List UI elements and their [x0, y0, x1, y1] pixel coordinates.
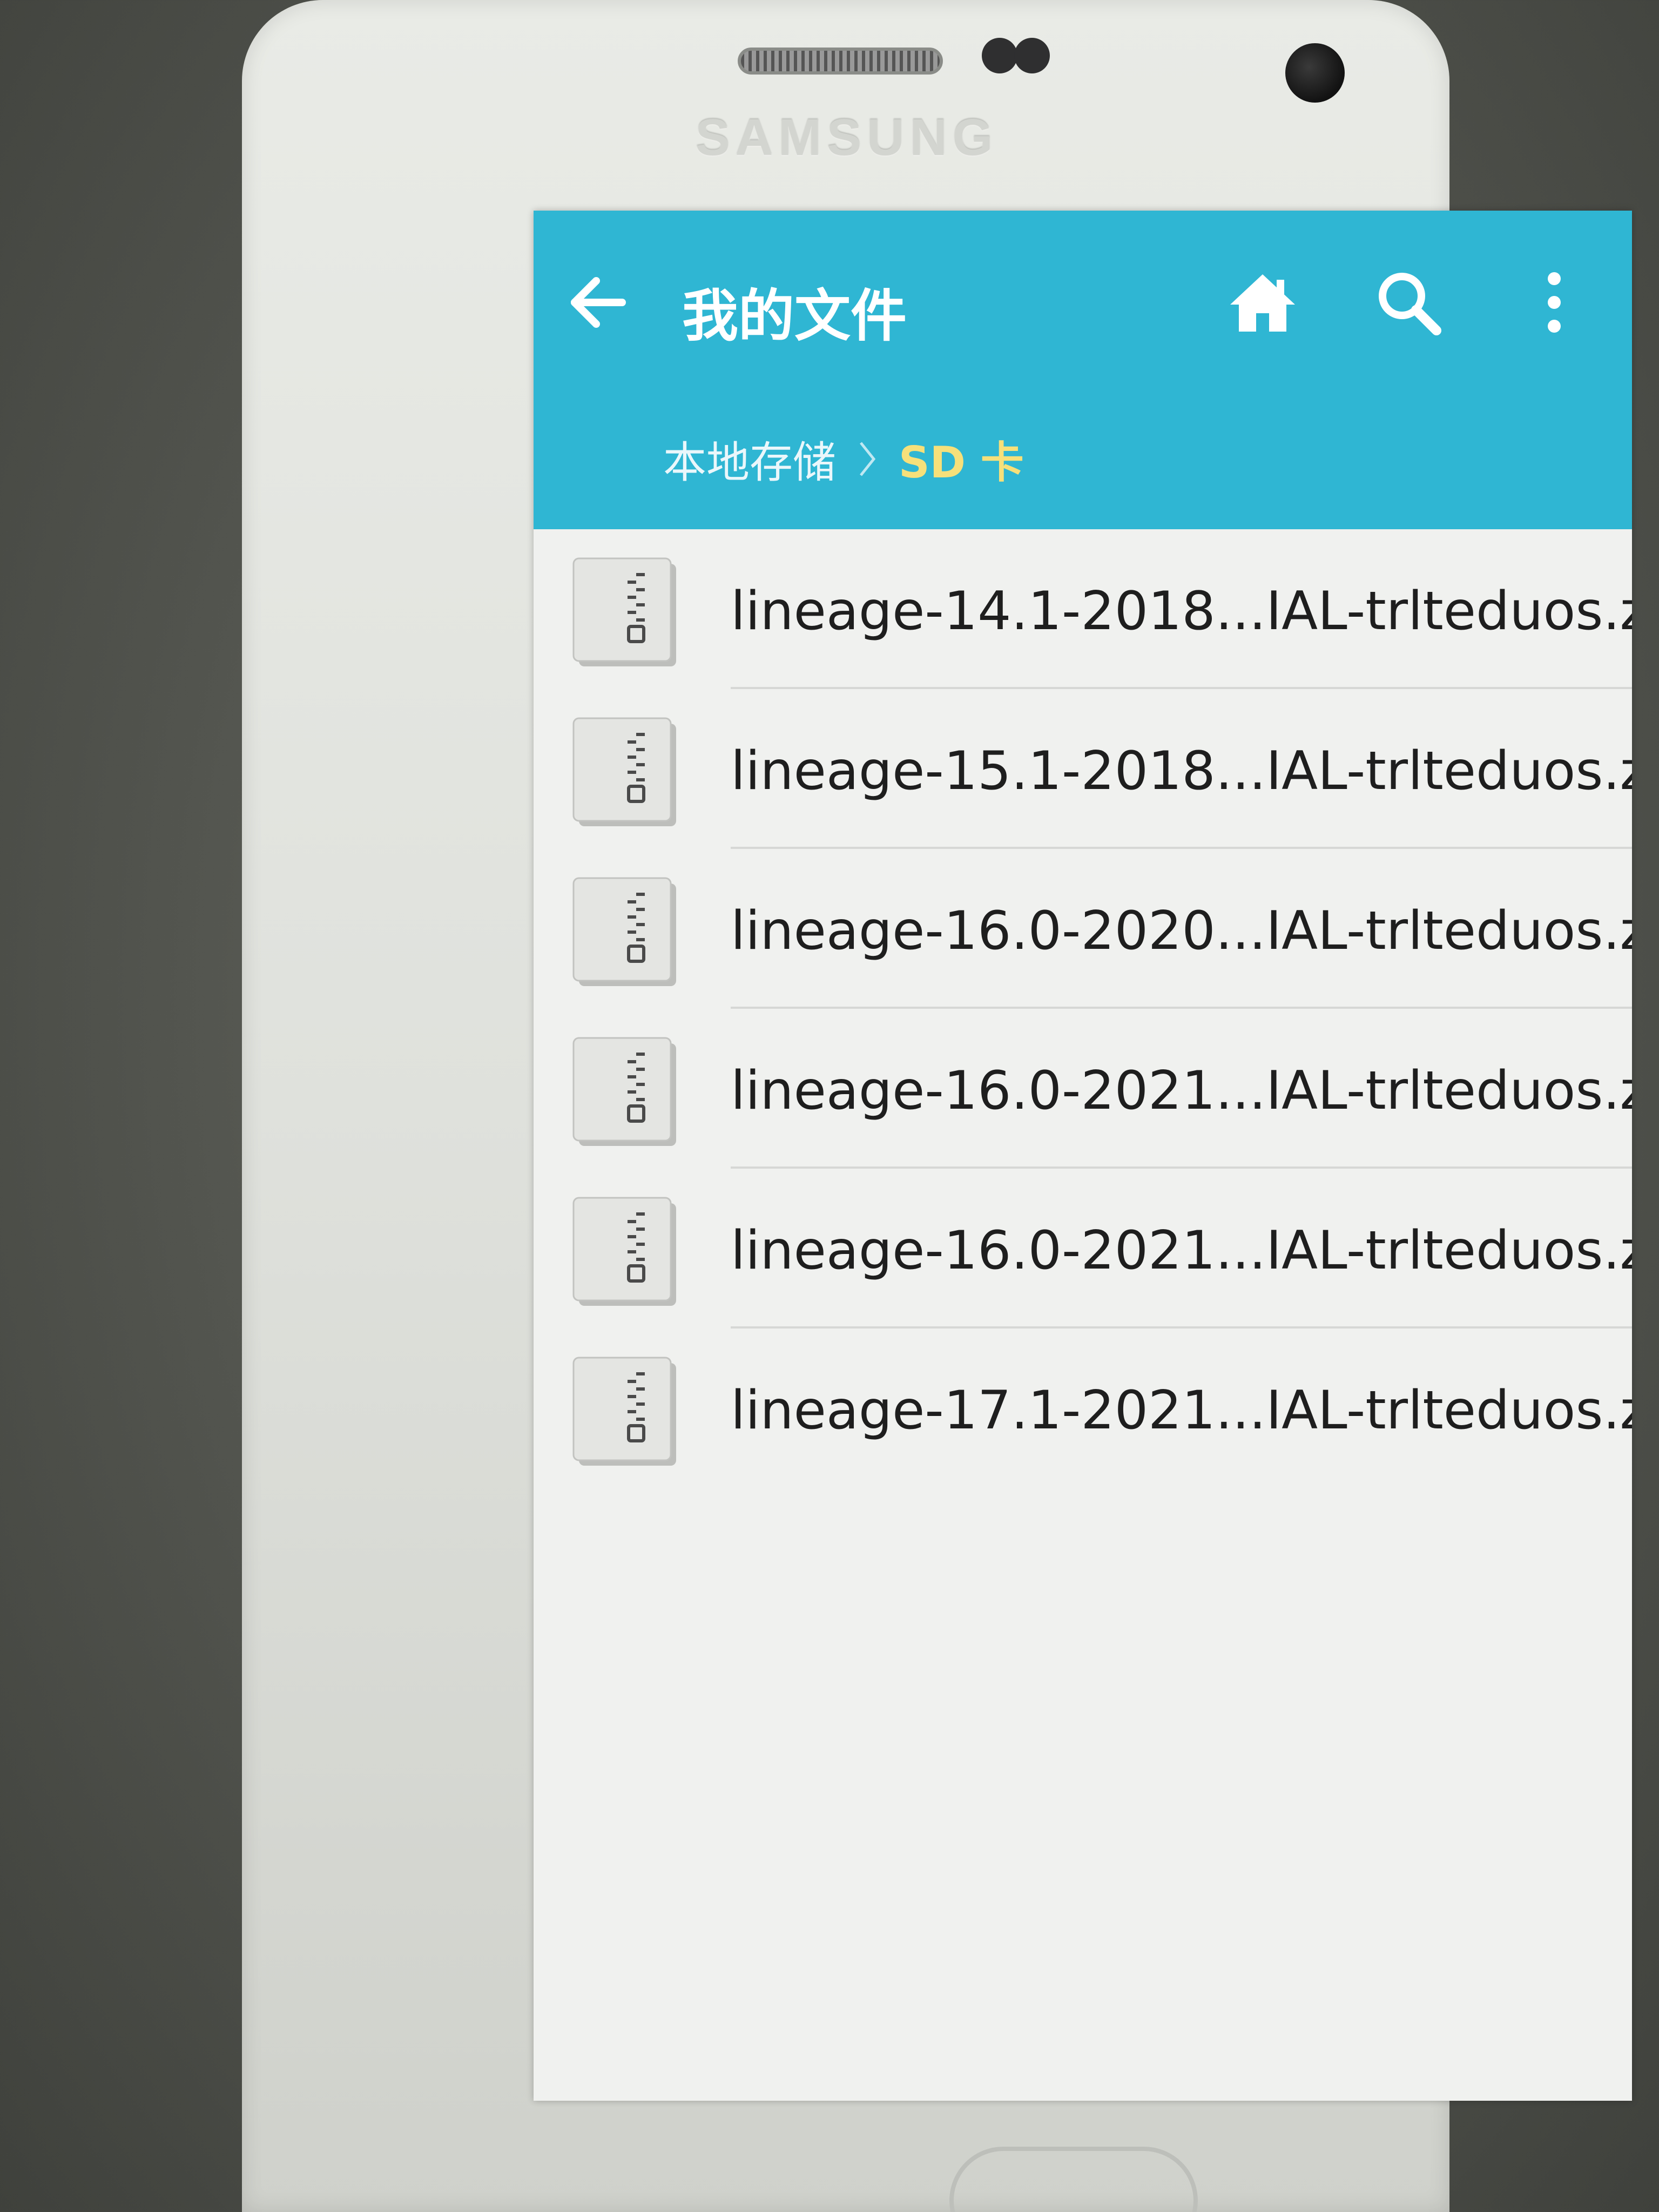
- zip-file-icon: [572, 557, 676, 666]
- file-name: lineage-14.1-2018...IAL-trlteduos.zip: [731, 581, 1632, 642]
- file-row[interactable]: lineage-16.0-2020...IAL-trlteduos.zip: [534, 849, 1632, 1009]
- file-row[interactable]: lineage-17.1-2021...IAL-trlteduos.zip: [534, 1328, 1632, 1488]
- search-button[interactable]: [1371, 265, 1446, 340]
- proximity-sensor: [982, 38, 1017, 73]
- file-name: lineage-16.0-2021...IAL-trlteduos.zip: [731, 1220, 1632, 1282]
- brand-logo: SAMSUNG: [695, 109, 999, 166]
- more-options-button[interactable]: [1516, 265, 1592, 340]
- chevron-right-icon: [860, 442, 876, 476]
- file-name: lineage-16.0-2021...IAL-trlteduos.zip: [731, 1060, 1632, 1122]
- home-button[interactable]: [1225, 265, 1300, 340]
- more-vert-icon: [1548, 272, 1561, 333]
- home-icon: [1230, 274, 1295, 332]
- arrow-left-icon: [571, 277, 626, 328]
- light-sensor: [1014, 38, 1050, 73]
- file-name: lineage-16.0-2020...IAL-trlteduos.zip: [731, 900, 1632, 962]
- file-name: lineage-17.1-2021...IAL-trlteduos.zip: [731, 1380, 1632, 1441]
- file-list: lineage-14.1-2018...IAL-trlteduos.zip li…: [534, 529, 1632, 1488]
- zip-file-icon: [572, 877, 676, 986]
- zip-file-icon: [572, 717, 676, 826]
- app-bar: 我的文件 本地存储 SD 卡: [534, 211, 1632, 529]
- breadcrumb-item-local-storage[interactable]: 本地存储: [663, 428, 836, 490]
- file-name: lineage-15.1-2018...IAL-trlteduos.zip: [731, 740, 1632, 802]
- phone-body: SAMSUNG 我的文件 本地存储 SD 卡 lineage-14.1-2018…: [242, 0, 1632, 2212]
- search-icon: [1379, 273, 1441, 335]
- earpiece-speaker: [738, 48, 943, 75]
- zip-file-icon: [572, 1197, 676, 1306]
- file-row[interactable]: lineage-15.1-2018...IAL-trlteduos.zip: [534, 689, 1632, 849]
- file-row[interactable]: lineage-16.0-2021...IAL-trlteduos.zip: [534, 1009, 1632, 1169]
- front-camera: [1285, 43, 1345, 103]
- page-title: 我的文件: [682, 283, 907, 349]
- zip-file-icon: [572, 1357, 676, 1466]
- screen: 我的文件 本地存储 SD 卡 lineage-14.1-2018...IAL-t…: [534, 211, 1632, 2101]
- breadcrumb-item-sd-card[interactable]: SD 卡: [899, 428, 1024, 490]
- hardware-home-key[interactable]: [949, 2147, 1198, 2212]
- zip-file-icon: [572, 1037, 676, 1146]
- file-row[interactable]: lineage-16.0-2021...IAL-trlteduos.zip: [534, 1169, 1632, 1328]
- breadcrumb: 本地存储 SD 卡: [663, 427, 1024, 491]
- file-row[interactable]: lineage-14.1-2018...IAL-trlteduos.zip: [534, 529, 1632, 689]
- back-button[interactable]: [561, 265, 636, 340]
